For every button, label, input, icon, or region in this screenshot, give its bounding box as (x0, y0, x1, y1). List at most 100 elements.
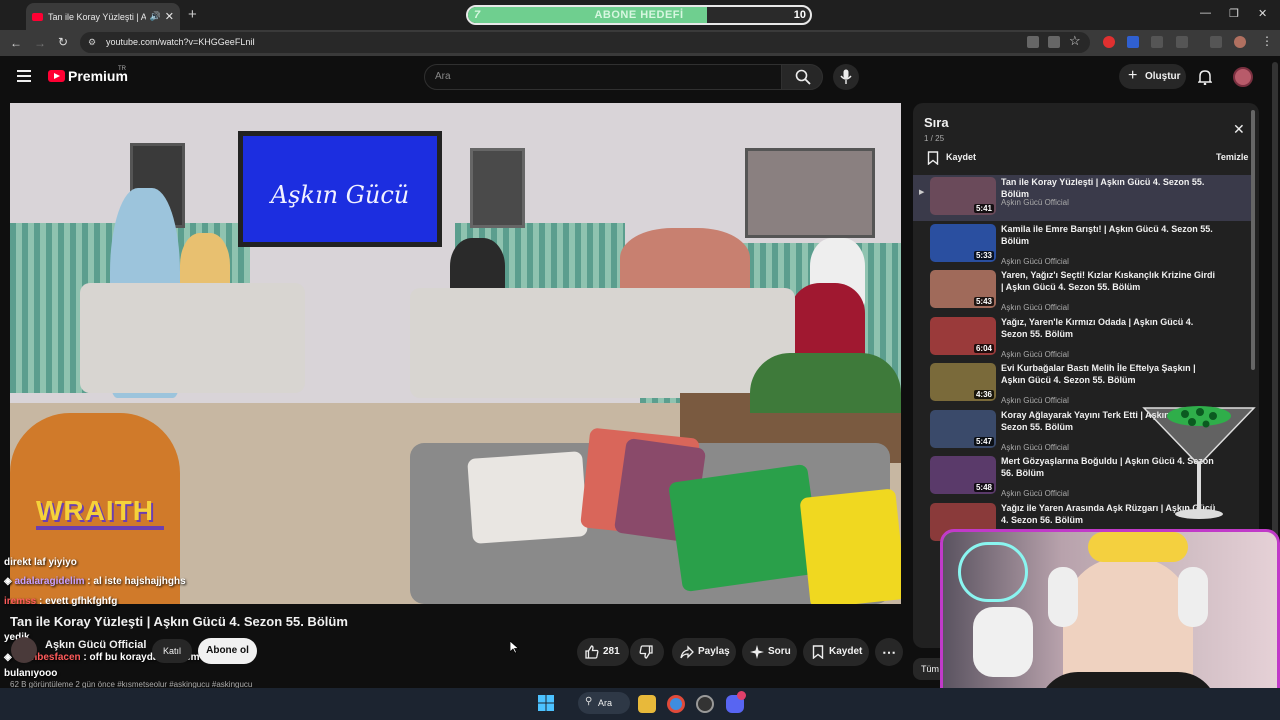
queue-item-channel[interactable]: Aşkın Gücü Official (1001, 198, 1069, 207)
logo-region: TR (118, 66, 126, 72)
like-count: 281 (603, 646, 620, 657)
file-explorer-icon[interactable] (638, 695, 656, 713)
extension-blue-icon[interactable] (1127, 36, 1139, 48)
queue-item-duration: 5:48 (973, 483, 994, 492)
mouse-cursor-icon (510, 641, 519, 654)
queue-item-title[interactable]: Tan ile Koray Yüzleşti | Aşkın Gücü 4. S… (1001, 176, 1219, 200)
tv-logo-text: Aşkın Gücü (270, 181, 410, 209)
video-description[interactable]: 62 B görüntüleme 2 gün önce #kısmetseolu… (10, 680, 901, 688)
eye-off-icon[interactable] (1048, 36, 1060, 48)
ask-button[interactable]: Soru (742, 638, 797, 666)
wraith-overlay-logo: WRAITH (36, 495, 154, 526)
minimize-icon[interactable]: — (1200, 7, 1211, 19)
windows-start-icon[interactable] (538, 695, 554, 711)
join-button[interactable]: Katıl (152, 639, 192, 663)
chat-message: ◈ adalaragidelim : al iste hajshajjhghs (4, 576, 186, 587)
browser-tab[interactable]: Tan ile Koray Yüzleşti | Aşkın 🔊 ✕ (26, 3, 180, 30)
queue-item-thumbnail[interactable]: 5:48 (930, 456, 996, 494)
forward-icon[interactable]: → (34, 36, 46, 50)
channel-avatar[interactable] (11, 637, 37, 663)
goal-label: ABONE HEDEFİ (594, 9, 684, 21)
thumbs-down-icon (639, 645, 653, 659)
martini-glass-overlay-icon (1142, 406, 1256, 519)
youtube-logo-icon[interactable] (48, 70, 65, 82)
extension-red-icon[interactable] (1103, 36, 1115, 48)
video-title: Tan ile Koray Yüzleşti | Aşkın Gücü 4. S… (10, 614, 348, 629)
queue-item-thumbnail[interactable]: 5:33 (930, 223, 996, 262)
account-avatar[interactable] (1233, 67, 1253, 87)
queue-item-duration: 5:43 (973, 297, 994, 306)
queue-item-duration: 5:47 (973, 436, 994, 446)
queue-item-title[interactable]: Kamila ile Emre Barıştı! | Aşkın Gücü 4.… (1001, 223, 1219, 247)
scene-window-mid (470, 148, 525, 228)
notifications-bell-icon[interactable] (1198, 69, 1212, 85)
extension-shield-icon[interactable] (1151, 36, 1163, 48)
bookmark-icon[interactable] (927, 151, 939, 165)
browser-menu-icon[interactable]: ⋮ (1261, 34, 1273, 48)
app-icon[interactable] (696, 695, 714, 713)
subscribe-button[interactable]: Abone ol (198, 638, 257, 664)
profile-icon[interactable] (1234, 36, 1246, 48)
queue-item-title[interactable]: Evi Kurbağalar Bastı Melih İle Eftelya Ş… (1001, 362, 1219, 386)
queue-item-channel[interactable]: Aşkın Gücü Official (1001, 350, 1069, 359)
more-actions-icon[interactable]: ⋯ (875, 638, 903, 666)
queue-item-thumbnail[interactable]: 5:41 (930, 177, 996, 215)
back-icon[interactable]: ← (10, 36, 22, 50)
chat-text: : al iste hajshajjhghs (87, 576, 186, 587)
queue-item-title[interactable]: Yaren, Yağız'ı Seçti! Kızlar Kıskançlık … (1001, 269, 1219, 293)
queue-item-thumbnail[interactable]: 5:47 (930, 409, 996, 448)
cast-icon[interactable] (1027, 36, 1039, 48)
like-button[interactable]: 281 (577, 638, 629, 666)
audio-playing-icon[interactable]: 🔊 (150, 11, 161, 22)
bookmark-star-icon[interactable]: ☆ (1069, 33, 1081, 49)
site-info-icon[interactable]: ⚙ (88, 37, 96, 48)
close-queue-icon[interactable]: ✕ (1233, 121, 1245, 138)
close-tab-icon[interactable]: ✕ (165, 10, 174, 23)
address-bar[interactable]: youtube.com/watch?v=KHGGeeFLniI (80, 32, 1090, 53)
restore-icon[interactable]: ❐ (1229, 7, 1239, 20)
dislike-button[interactable] (630, 638, 664, 666)
queue-item[interactable]: 6:04 Yağız, Yaren'le Kırmızı Odada | Aşkı… (913, 315, 1251, 361)
reload-icon[interactable]: ↻ (58, 35, 68, 49)
new-tab-icon[interactable]: + (188, 6, 197, 23)
extensions-puzzle-icon[interactable] (1176, 36, 1188, 48)
close-window-icon[interactable]: ✕ (1258, 7, 1267, 20)
queue-item-channel[interactable]: Aşkın Gücü Official (1001, 303, 1069, 312)
share-button[interactable]: Paylaş (672, 638, 736, 666)
queue-item-channel[interactable]: Aşkın Gücü Official (1001, 257, 1069, 266)
chat-message: direkt laf yiyiyo (4, 557, 77, 568)
chat-message: iremss : evett gfhkfghfg (4, 596, 117, 607)
queue-item-title[interactable]: Yağız, Yaren'le Kırmızı Odada | Aşkın Gü… (1001, 316, 1219, 340)
queue-item-thumbnail[interactable]: 6:04 (930, 316, 996, 355)
queue-save-button[interactable]: Kaydet (946, 152, 976, 162)
queue-item-thumbnail[interactable]: 4:36 (930, 363, 996, 401)
wraith-underline (36, 526, 164, 530)
hamburger-menu-icon[interactable] (17, 70, 31, 82)
queue-item-thumbnail[interactable]: 5:43 (930, 270, 996, 308)
queue-item[interactable]: ▶ 5:41 Tan ile Koray Yüzleşti | Aşkın Gücü… (913, 175, 1251, 221)
queue-item-channel[interactable]: Aşkın Gücü Official (1001, 443, 1069, 452)
queue-scrollbar[interactable] (1251, 110, 1255, 370)
search-button[interactable] (781, 64, 823, 90)
video-player[interactable]: Aşkın Gücü WRAITH (10, 103, 901, 604)
queue-clear-button[interactable]: Temizle (1216, 152, 1248, 162)
scene-plant (750, 353, 901, 413)
scene-window-right (745, 148, 875, 238)
queue-item[interactable]: 5:33 Kamila ile Emre Barıştı! | Aşkın Güc… (913, 222, 1251, 268)
queue-item-duration: 5:41 (973, 204, 994, 213)
queue-item[interactable]: 5:43 Yaren, Yağız'ı Seçti! Kızlar Kıskanç… (913, 268, 1251, 314)
tab-title: Tan ile Koray Yüzleşti | Aşkın (48, 11, 146, 22)
queue-item-channel[interactable]: Aşkın Gücü Official (1001, 396, 1069, 405)
headphone-left (1048, 567, 1078, 627)
share-icon (680, 645, 694, 659)
channel-name[interactable]: Aşkın Gücü Official (45, 639, 146, 651)
queue-item-channel[interactable]: Aşkın Gücü Official (1001, 489, 1069, 498)
taskbar-search-icon: ⚲ (585, 696, 593, 707)
save-button[interactable]: Kaydet (803, 638, 869, 666)
now-playing-icon: ▶ (919, 189, 925, 196)
search-input[interactable]: Ara (424, 64, 782, 90)
create-button[interactable]: Oluştur (1119, 63, 1186, 89)
voice-search-button[interactable] (833, 64, 859, 90)
media-control-icon[interactable] (1210, 36, 1222, 48)
chrome-icon[interactable] (667, 695, 685, 713)
